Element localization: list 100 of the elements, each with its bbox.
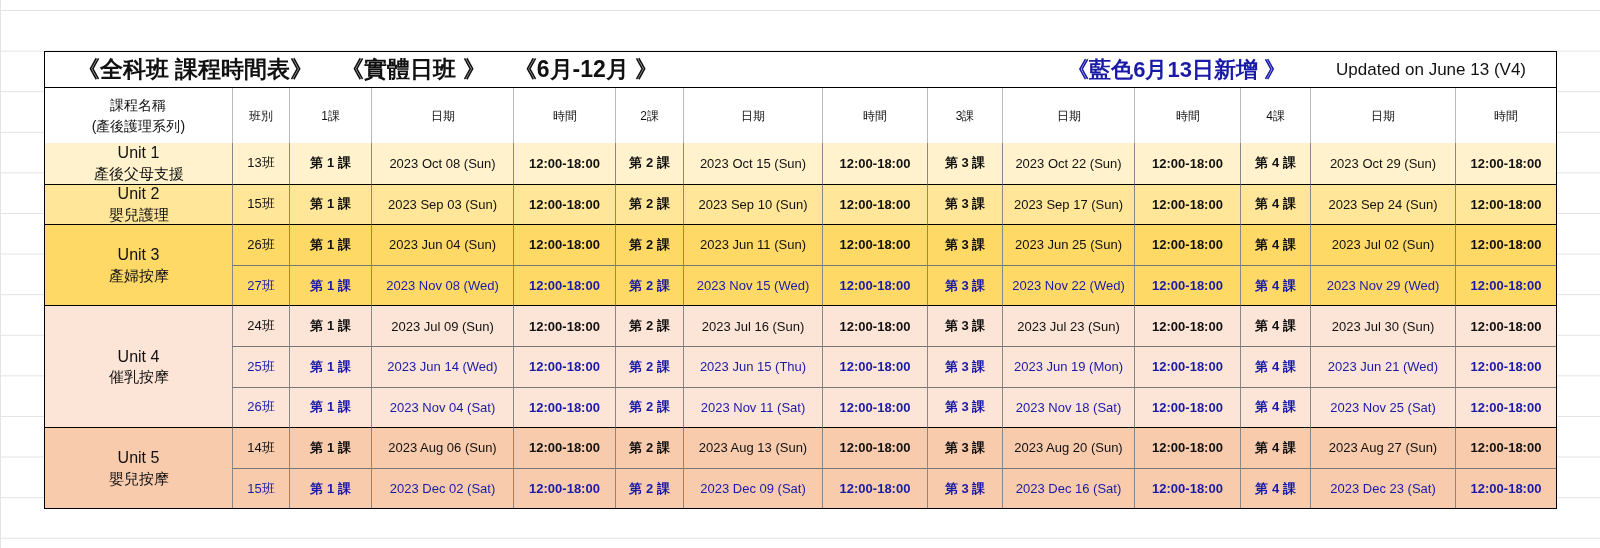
table-cell: 12:00-18:00 [822,264,927,306]
table-cell: 12:00-18:00 [1455,264,1556,306]
table-cell: 2023 Nov 29 (Wed) [1310,264,1455,306]
table-cell: 2023 Sep 03 (Sun) [371,183,513,225]
table-cell: 第 1 課 [289,345,371,387]
table-cell: 第 1 課 [289,183,371,225]
table-cell: 2023 Jul 23 (Sun) [1002,305,1134,346]
table-cell: 27班 [232,264,289,306]
table-cell: 2023 Jul 02 (Sun) [1310,224,1455,265]
table-cell: 12:00-18:00 [1134,427,1240,468]
table-cell: 第 3 課 [927,467,1002,509]
table-cell: 第 3 課 [927,386,1002,428]
table-cell: 2023 Jun 21 (Wed) [1310,345,1455,387]
table-cell: 第 2 課 [615,305,683,346]
table-cell: 第 2 課 [615,467,683,509]
unit-name: Unit 2 [117,184,160,205]
table-cell: 15班 [232,467,289,509]
table-cell: 第 4 課 [1240,345,1310,387]
table-cell: 12:00-18:00 [1455,183,1556,225]
table-cell: 25班 [232,345,289,387]
sheet-title: 《全科班 課程時間表》 [77,55,314,84]
table-cell: 12:00-18:00 [1134,264,1240,306]
table-cell: 第 3 課 [927,264,1002,306]
table-cell: 第 3 課 [927,345,1002,387]
table-cell: 第 2 課 [615,264,683,306]
table-cell: 2023 Oct 22 (Sun) [1002,143,1134,184]
table-cell: 2023 Jun 15 (Thu) [683,345,822,387]
table-cell: 第 4 課 [1240,183,1310,225]
table-cell: 2023 Dec 02 (Sat) [371,467,513,509]
table-cell: 第 1 課 [289,143,371,184]
table-cell: 2023 Dec 09 (Sat) [683,467,822,509]
table-cell: 第 4 課 [1240,467,1310,509]
table-cell: 2023 Aug 20 (Sun) [1002,427,1134,468]
table-cell: 2023 Aug 13 (Sun) [683,427,822,468]
unit-name: Unit 4 [117,346,160,367]
new-entries-note: 《藍色6月13日新增 》 [1067,55,1287,84]
table-cell: 第 4 課 [1240,386,1310,428]
table-cell: 第 1 課 [289,467,371,509]
table-cell: 第 1 課 [289,305,371,346]
table-cell: 2023 Jun 11 (Sun) [683,224,822,265]
table-cell: 第 1 課 [289,386,371,428]
table-cell: 12:00-18:00 [1134,467,1240,509]
unit-subtitle: 嬰兒按摩 [108,468,169,489]
table-cell: 2023 Nov 22 (Wed) [1002,264,1134,306]
table-cell: 12:00-18:00 [513,224,615,265]
unit-subtitle: 催乳按摩 [108,367,169,388]
table-cell: 12:00-18:00 [822,467,927,509]
unit-subtitle: 產婦按摩 [108,265,169,286]
table-cell: 第 4 課 [1240,224,1310,265]
table-cell: 12:00-18:00 [513,305,615,346]
table-cell: 12:00-18:00 [1455,305,1556,346]
table-cell: 12:00-18:00 [822,345,927,387]
table-cell: 第 2 課 [615,143,683,184]
table-cell: 第 1 課 [289,264,371,306]
table-cell: 2023 Aug 06 (Sun) [371,427,513,468]
table-cell: 12:00-18:00 [1134,183,1240,225]
table-cell: 12:00-18:00 [513,143,615,184]
table-cell: 24班 [232,305,289,346]
table-cell: 第 2 課 [615,386,683,428]
unit-subtitle: 產後父母支援 [93,163,184,184]
table-cell: 2023 Jul 30 (Sun) [1310,305,1455,346]
table-cell: 12:00-18:00 [1455,345,1556,387]
table-cell: 2023 Sep 17 (Sun) [1002,183,1134,225]
table-cell: 12:00-18:00 [1134,224,1240,265]
table-cell: 12:00-18:00 [513,386,615,428]
table-cell: 第 4 課 [1240,427,1310,468]
update-note: Updated on June 13 (V4) [1336,59,1526,80]
table-cell: 12:00-18:00 [822,224,927,265]
table-cell: 2023 Jun 19 (Mon) [1002,345,1134,387]
table-cell: 26班 [232,224,289,265]
table-cell: 12:00-18:00 [822,305,927,346]
table-cell: 12:00-18:00 [1134,305,1240,346]
table-cell: 第 4 課 [1240,264,1310,306]
table-cell: 12:00-18:00 [1134,386,1240,428]
table-cell: 第 3 課 [927,427,1002,468]
table-cell: 12:00-18:00 [513,427,615,468]
table-cell: 12:00-18:00 [822,427,927,468]
table-cell: 第 4 課 [1240,305,1310,346]
table-cell: 第 3 課 [927,305,1002,346]
table-cell: 2023 Sep 10 (Sun) [683,183,822,225]
table-cell: 15班 [232,183,289,225]
table-cell: 2023 Oct 08 (Sun) [371,143,513,184]
table-cell: 2023 Jun 25 (Sun) [1002,224,1134,265]
table-cell: 2023 Nov 11 (Sat) [683,386,822,428]
table-cell: 12:00-18:00 [1134,143,1240,184]
table-cell: 2023 Nov 18 (Sat) [1002,386,1134,428]
table-cell: 第 4 課 [1240,143,1310,184]
table-cell: 12:00-18:00 [513,467,615,509]
table-cell: 12:00-18:00 [1134,345,1240,387]
unit-name: Unit 3 [117,245,160,266]
table-cell: 13班 [232,143,289,184]
table-cell: 26班 [232,386,289,428]
table-cell: 2023 Dec 23 (Sat) [1310,467,1455,509]
table-cell: 12:00-18:00 [513,345,615,387]
table-cell: 2023 Sep 24 (Sun) [1310,183,1455,225]
table-cell: 12:00-18:00 [513,264,615,306]
table-cell: 12:00-18:00 [822,143,927,184]
table-cell: 14班 [232,427,289,468]
table-cell: 第 1 課 [289,427,371,468]
table-cell: 第 2 課 [615,427,683,468]
